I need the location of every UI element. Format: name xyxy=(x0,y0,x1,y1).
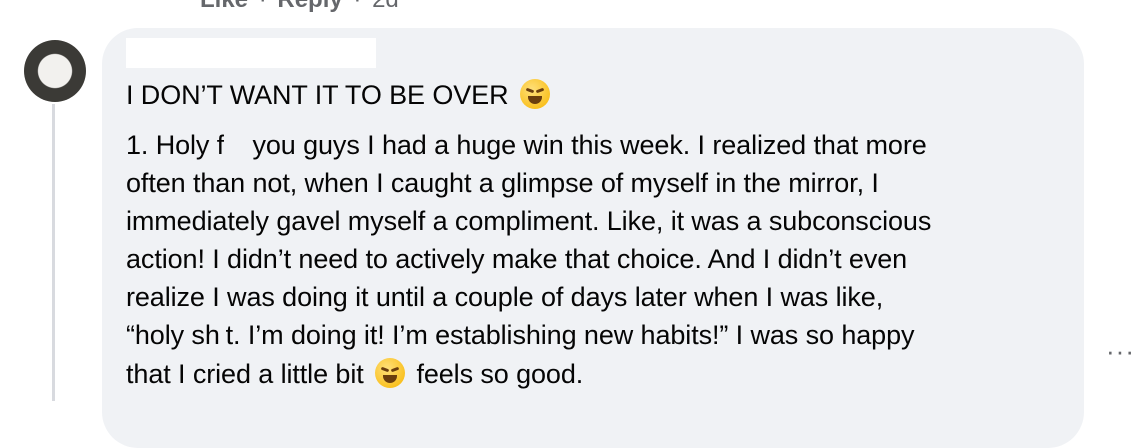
comment-line-5: realize I was doing it until a couple of… xyxy=(126,282,884,312)
line-text: feels so good. xyxy=(416,359,584,389)
author-name-redacted[interactable] xyxy=(126,38,376,68)
like-link[interactable]: Like xyxy=(200,0,248,13)
separator: · xyxy=(259,0,267,13)
line-text: you guys I had a huge win this week. I r… xyxy=(252,130,927,160)
line-text: that I cried a little bit xyxy=(126,359,364,389)
comment-actions-row: Like · Reply · 2d xyxy=(200,0,399,14)
comment-line-3: immediately gavel myself a compliment. L… xyxy=(126,206,932,236)
avatar[interactable] xyxy=(24,40,86,102)
comment-line-7: that I cried a little bit feels so good. xyxy=(126,358,583,390)
separator: · xyxy=(353,0,361,13)
line-text: “holy sh xyxy=(126,320,220,350)
more-options-icon[interactable]: ··· xyxy=(1106,336,1135,367)
comment-line-4: action! I didn’t need to actively make t… xyxy=(126,244,908,274)
reply-link[interactable]: Reply xyxy=(277,0,342,13)
headline-text: I DON’T WANT IT TO BE OVER xyxy=(126,80,509,110)
comment-line-2: often than not, when I caught a glimpse … xyxy=(126,168,879,198)
line-text: 1. Holy f xyxy=(126,130,225,160)
comment-line-1: 1. Holy fucyou guys I had a huge win thi… xyxy=(126,130,927,161)
timestamp[interactable]: 2d xyxy=(372,0,399,13)
grinning-squinting-face-icon xyxy=(375,358,406,388)
thread-line xyxy=(52,104,55,401)
weary-face-icon xyxy=(519,79,550,109)
comment-line-6: “holy shit. I’m doing it! I’m establishi… xyxy=(126,320,914,351)
redaction: uc xyxy=(224,130,253,161)
line-text: t. I’m doing it! I’m establishing new ha… xyxy=(225,320,915,350)
comment-headline: I DON’T WANT IT TO BE OVER xyxy=(126,79,554,111)
